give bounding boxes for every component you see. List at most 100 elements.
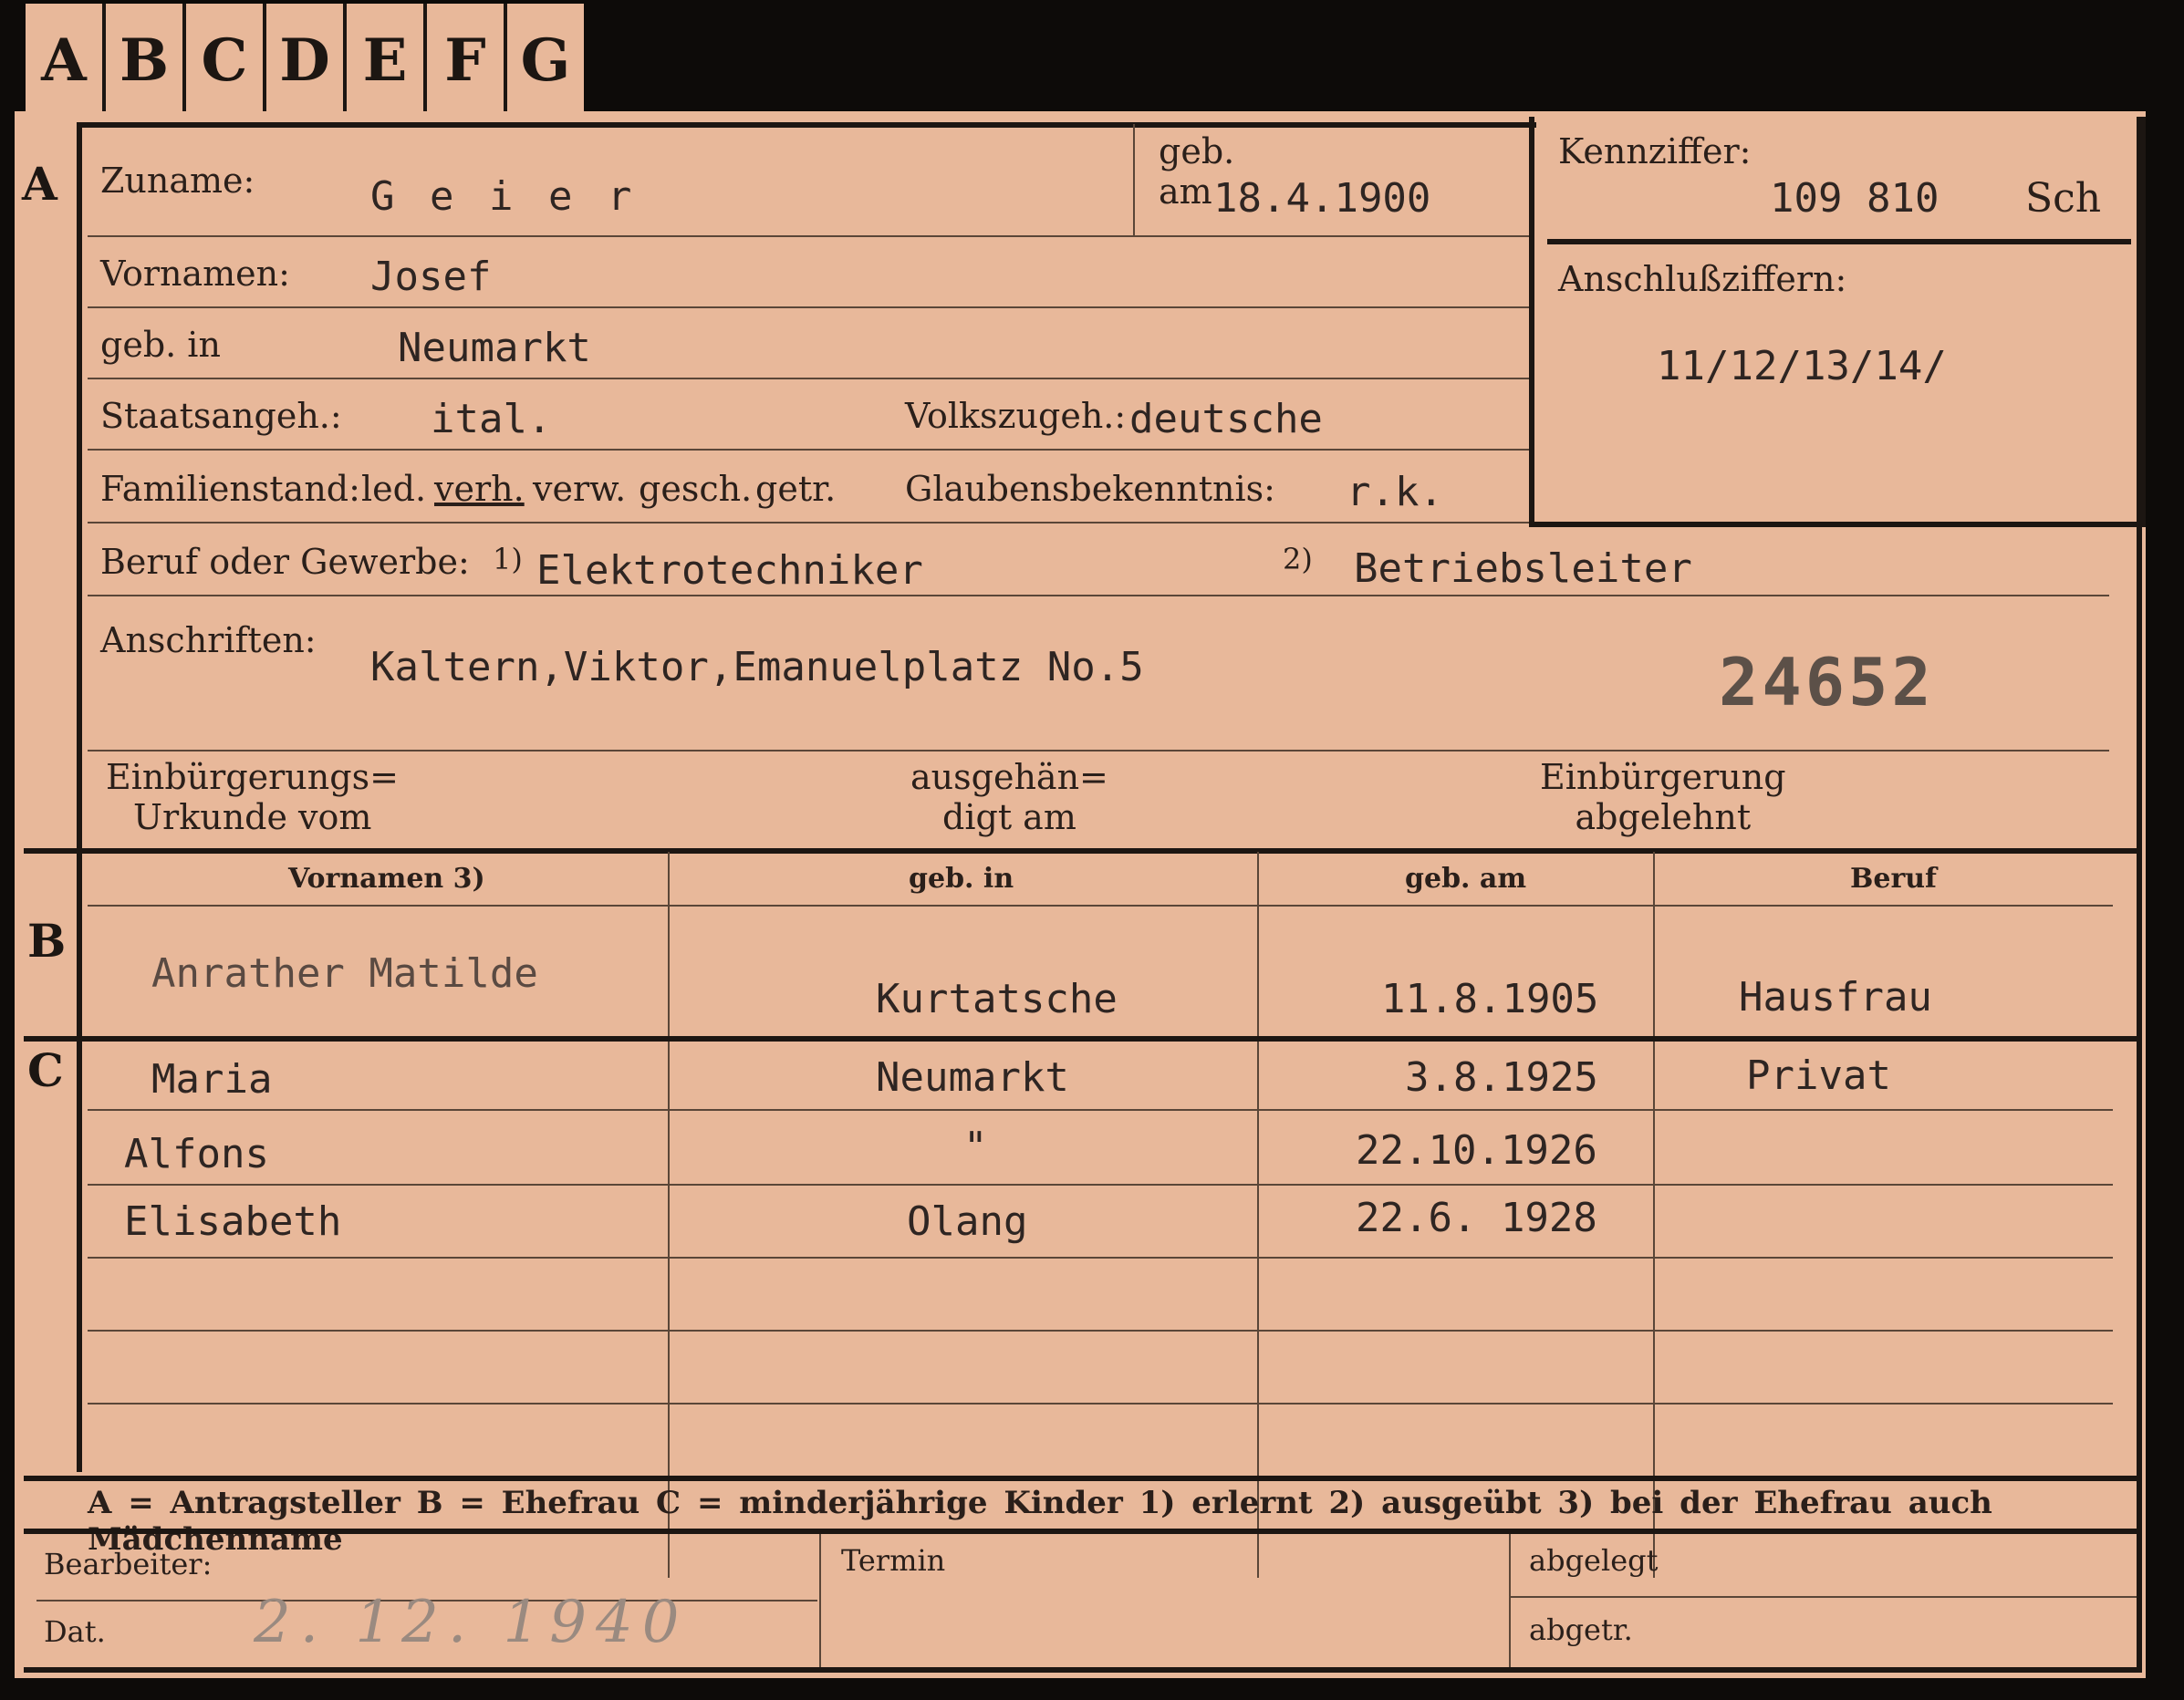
fam-opt-getr[interactable]: getr. — [755, 469, 836, 509]
row-rule — [88, 1257, 2113, 1259]
einb-urkunde-label: Einbürgerungs= Urkunde vom — [106, 757, 399, 837]
fam-opt-verh-selected[interactable]: verh. — [434, 469, 525, 509]
rule — [88, 235, 1529, 237]
anschriften-label: Anschriften: — [100, 620, 317, 660]
zuname-label: Zuname: — [100, 161, 255, 201]
header-vornamen: Vornamen 3) — [288, 863, 485, 895]
section-a-label: A — [22, 157, 57, 211]
vornamen-label: Vornamen: — [100, 254, 290, 294]
child-3-geb-in: Olang — [907, 1198, 1028, 1245]
fam-opt-gesch[interactable]: gesch. — [639, 469, 752, 509]
geb-am-value: 18.4.1900 — [1213, 175, 1431, 222]
footer-rule — [1511, 1596, 2140, 1598]
ausgehaendigt-label-line-1: ausgehän= — [910, 757, 1108, 797]
legend: A = Antragsteller B = Ehefrau C = minder… — [88, 1485, 1992, 1558]
anschluss-label: Anschlußziffern: — [1558, 259, 1847, 299]
row-rule — [88, 1403, 2113, 1405]
section-c-label: C — [27, 1043, 64, 1097]
top-line — [77, 122, 1536, 128]
termin-label: Termin — [841, 1543, 946, 1578]
geb-label: geb. — [1159, 131, 1235, 171]
einb-abgelehnt-label-line-2: abgelehnt — [1575, 797, 1752, 837]
beruf-mark-2: 2) — [1283, 542, 1313, 576]
kennziffer-suffix: Sch — [2025, 175, 2102, 222]
registration-card: A Zuname: G e i e r geb. am 18.4.1900 Vo… — [15, 111, 2146, 1678]
child-2-geb-am: 22.10.1926 — [1356, 1127, 1597, 1174]
fam-opt-led[interactable]: led. — [361, 469, 426, 509]
einb-abgelehnt-label: Einbürgerung abgelehnt — [1540, 757, 1786, 837]
child-1-vornamen: Maria — [151, 1056, 273, 1103]
rule — [88, 306, 1529, 308]
spouse-beruf: Hausfrau — [1739, 974, 1932, 1021]
section-b-label: B — [27, 914, 67, 968]
spouse-vornamen: Anrather Matilde — [151, 950, 538, 997]
tab-f[interactable]: F — [427, 4, 507, 117]
tab-g[interactable]: G — [507, 4, 584, 117]
rule — [88, 449, 1529, 451]
geb-in-value: Neumarkt — [398, 325, 591, 371]
child-1-beruf: Privat — [1746, 1052, 1891, 1099]
beruf-value-2: Betriebsleiter — [1354, 545, 1692, 592]
bearbeiter-label: Bearbeiter: — [44, 1547, 213, 1581]
volkszugeh-value: deutsche — [1129, 396, 1323, 442]
beruf-value-1: Elektrotechniker — [536, 547, 923, 594]
tab-b[interactable]: B — [106, 4, 186, 117]
card-bottom — [24, 1667, 2137, 1673]
child-1-geb-in: Neumarkt — [876, 1054, 1069, 1101]
abgetr-label: abgetr. — [1529, 1612, 1633, 1647]
tab-e[interactable]: E — [347, 4, 427, 117]
child-1-geb-am: 3.8.1925 — [1405, 1054, 1598, 1101]
fam-opt-verw[interactable]: verw. — [533, 469, 626, 509]
stamp-number: 24652 — [1719, 644, 1935, 720]
child-2-vornamen: Alfons — [124, 1131, 269, 1177]
dat-value: 2. 12. 1940 — [254, 1589, 689, 1656]
tab-d[interactable]: D — [266, 4, 347, 117]
tab-c[interactable]: C — [186, 4, 266, 117]
rule — [88, 750, 2109, 752]
spouse-geb-am: 11.8.1905 — [1381, 976, 1599, 1022]
header-rule — [88, 905, 2113, 907]
kennziffer-divider — [1547, 239, 2131, 244]
volkszugeh-label: Volkszugeh.: — [905, 396, 1127, 436]
ausgehaendigt-label-line-2: digt am — [942, 797, 1076, 837]
child-3-vornamen: Elisabeth — [124, 1198, 342, 1245]
am-label: am — [1159, 171, 1212, 212]
einb-urkunde-label-line-1: Einbürgerungs= — [106, 757, 399, 797]
alphabet-tabs: A B C D E F G — [26, 4, 584, 117]
geb-in-label: geb. in — [100, 325, 221, 365]
kennziffer-value: 109 810 — [1770, 175, 1940, 222]
dat-label: Dat. — [44, 1614, 106, 1649]
section-c-top — [24, 1036, 2137, 1042]
glaubens-label: Glaubensbekenntnis: — [905, 469, 1275, 509]
header-geb-in: geb. in — [909, 863, 1014, 895]
ausgehaendigt-label: ausgehän= digt am — [910, 757, 1108, 837]
footer-divider-2 — [1509, 1534, 1511, 1673]
child-3-geb-am: 22.6. 1928 — [1356, 1195, 1597, 1241]
section-b-top — [24, 848, 2137, 854]
col-divider-3 — [1653, 852, 1655, 1578]
kennziffer-label: Kennziffer: — [1558, 131, 1752, 171]
legend-top — [24, 1476, 2137, 1481]
legend-bottom — [24, 1529, 2137, 1534]
row-rule — [88, 1184, 2113, 1186]
tab-a[interactable]: A — [26, 4, 106, 117]
familienstand-label: Familienstand: — [100, 469, 360, 509]
footer-divider-1 — [819, 1534, 821, 1673]
col-divider-2 — [1257, 852, 1259, 1578]
rule — [88, 378, 1529, 379]
header-geb-am: geb. am — [1405, 863, 1527, 895]
vornamen-value: Josef — [370, 254, 492, 300]
anschluss-value: 11/12/13/14/ — [1657, 343, 1947, 389]
header-beruf: Beruf — [1850, 863, 1937, 895]
beruf-label: Beruf oder Gewerbe: — [100, 542, 470, 582]
glaubens-value: r.k. — [1347, 469, 1443, 515]
zuname-value: G e i e r — [370, 173, 638, 220]
spouse-geb-in: Kurtatsche — [876, 976, 1118, 1022]
staatsangeh-label: Staatsangeh.: — [100, 396, 342, 436]
einb-urkunde-label-line-2: Urkunde vom — [133, 797, 372, 837]
staatsangeh-value: ital. — [431, 396, 552, 442]
row-rule — [88, 1109, 2113, 1111]
rule — [88, 595, 2109, 596]
col-divider-1 — [668, 852, 670, 1578]
card-right — [2137, 117, 2142, 1673]
